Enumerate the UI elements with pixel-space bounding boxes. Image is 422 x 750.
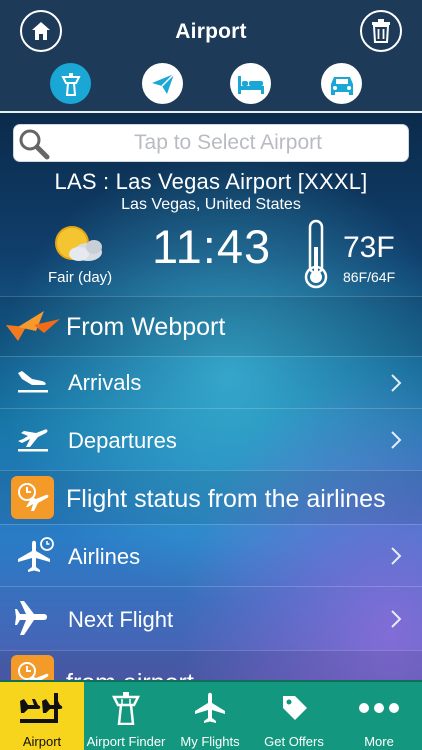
delete-button[interactable]	[360, 10, 402, 52]
list-item-airlines[interactable]: Airlines	[0, 524, 422, 586]
bird-logo-icon	[6, 311, 60, 341]
section-from-webport: From Webport	[0, 296, 422, 356]
trash-icon	[372, 19, 390, 43]
tab-label: My Flights	[180, 734, 240, 749]
more-icon	[359, 703, 399, 713]
arrivals-label: Arrivals	[68, 370, 142, 395]
control-tower-icon	[111, 692, 141, 725]
section-label: From Webport	[66, 313, 226, 341]
local-time: 11:43	[152, 220, 272, 273]
temperature-range: 86F/64F	[343, 269, 396, 285]
list-item-departures[interactable]: Departures	[0, 408, 422, 470]
plane-clock-icon	[18, 537, 54, 572]
tab-airport-finder[interactable]: Airport Finder	[84, 682, 168, 750]
tab-label: Airport	[22, 734, 62, 749]
top-bar: Airport	[0, 0, 422, 113]
airlines-label: Airlines	[68, 544, 141, 569]
tab-more[interactable]: More	[336, 682, 422, 750]
flight-clock-icon	[11, 655, 54, 680]
airport-search-bar[interactable]	[13, 124, 409, 162]
current-temperature: 73F	[343, 231, 395, 264]
airport-search-input[interactable]	[58, 125, 398, 161]
list-item-arrivals[interactable]: Arrivals	[0, 356, 422, 408]
chevron-right-icon	[391, 547, 402, 565]
tag-icon	[283, 696, 307, 720]
section-label: Flight status from the airlines	[66, 485, 386, 513]
tab-label: Get Offers	[264, 734, 324, 749]
thermometer-icon	[304, 219, 328, 289]
bed-icon	[237, 75, 264, 94]
airport-icon	[20, 693, 63, 723]
control-tower-icon	[60, 72, 81, 96]
section-airline-status: Flight status from the airlines	[0, 470, 422, 524]
search-icon	[19, 129, 50, 160]
tab-airport-info[interactable]	[50, 63, 91, 104]
chevron-right-icon	[391, 374, 402, 392]
bottom-tab-bar: Airport Airport Finder My Flights Get Of…	[0, 680, 422, 750]
section-from-airport: from airport	[0, 650, 422, 680]
tab-airport[interactable]: Airport	[0, 682, 84, 750]
tab-label: More	[364, 734, 394, 749]
airplane-icon	[195, 692, 225, 723]
weather-condition: Fair (day)	[48, 269, 113, 286]
flight-clock-icon	[11, 476, 54, 519]
departures-label: Departures	[68, 428, 177, 453]
chevron-right-icon	[391, 431, 402, 449]
tab-my-flights[interactable]: My Flights	[168, 682, 252, 750]
chevron-right-icon	[391, 610, 402, 628]
airplane-icon	[15, 601, 47, 635]
next-flight-label: Next Flight	[68, 607, 174, 632]
tab-flights[interactable]	[142, 63, 183, 104]
car-icon	[330, 76, 353, 95]
partly-cloudy-icon	[55, 226, 102, 261]
tab-get-offers[interactable]: Get Offers	[252, 682, 336, 750]
plane-takeoff-icon	[18, 429, 48, 452]
tab-car-rental[interactable]	[321, 63, 362, 104]
airport-name: LAS : Las Vegas Airport [XXXL]	[54, 169, 368, 194]
paper-plane-icon	[151, 72, 175, 94]
plane-landing-icon	[18, 371, 48, 393]
page-title: Airport	[175, 20, 247, 43]
section-label: from airport	[66, 669, 194, 680]
list-item-next-flight[interactable]: Next Flight	[0, 586, 422, 650]
airport-location: Las Vegas, United States	[121, 196, 301, 213]
tab-hotels[interactable]	[230, 63, 271, 104]
main-content: LAS : Las Vegas Airport [XXXL] Las Vegas…	[0, 115, 422, 680]
tab-label: Airport Finder	[86, 734, 166, 749]
